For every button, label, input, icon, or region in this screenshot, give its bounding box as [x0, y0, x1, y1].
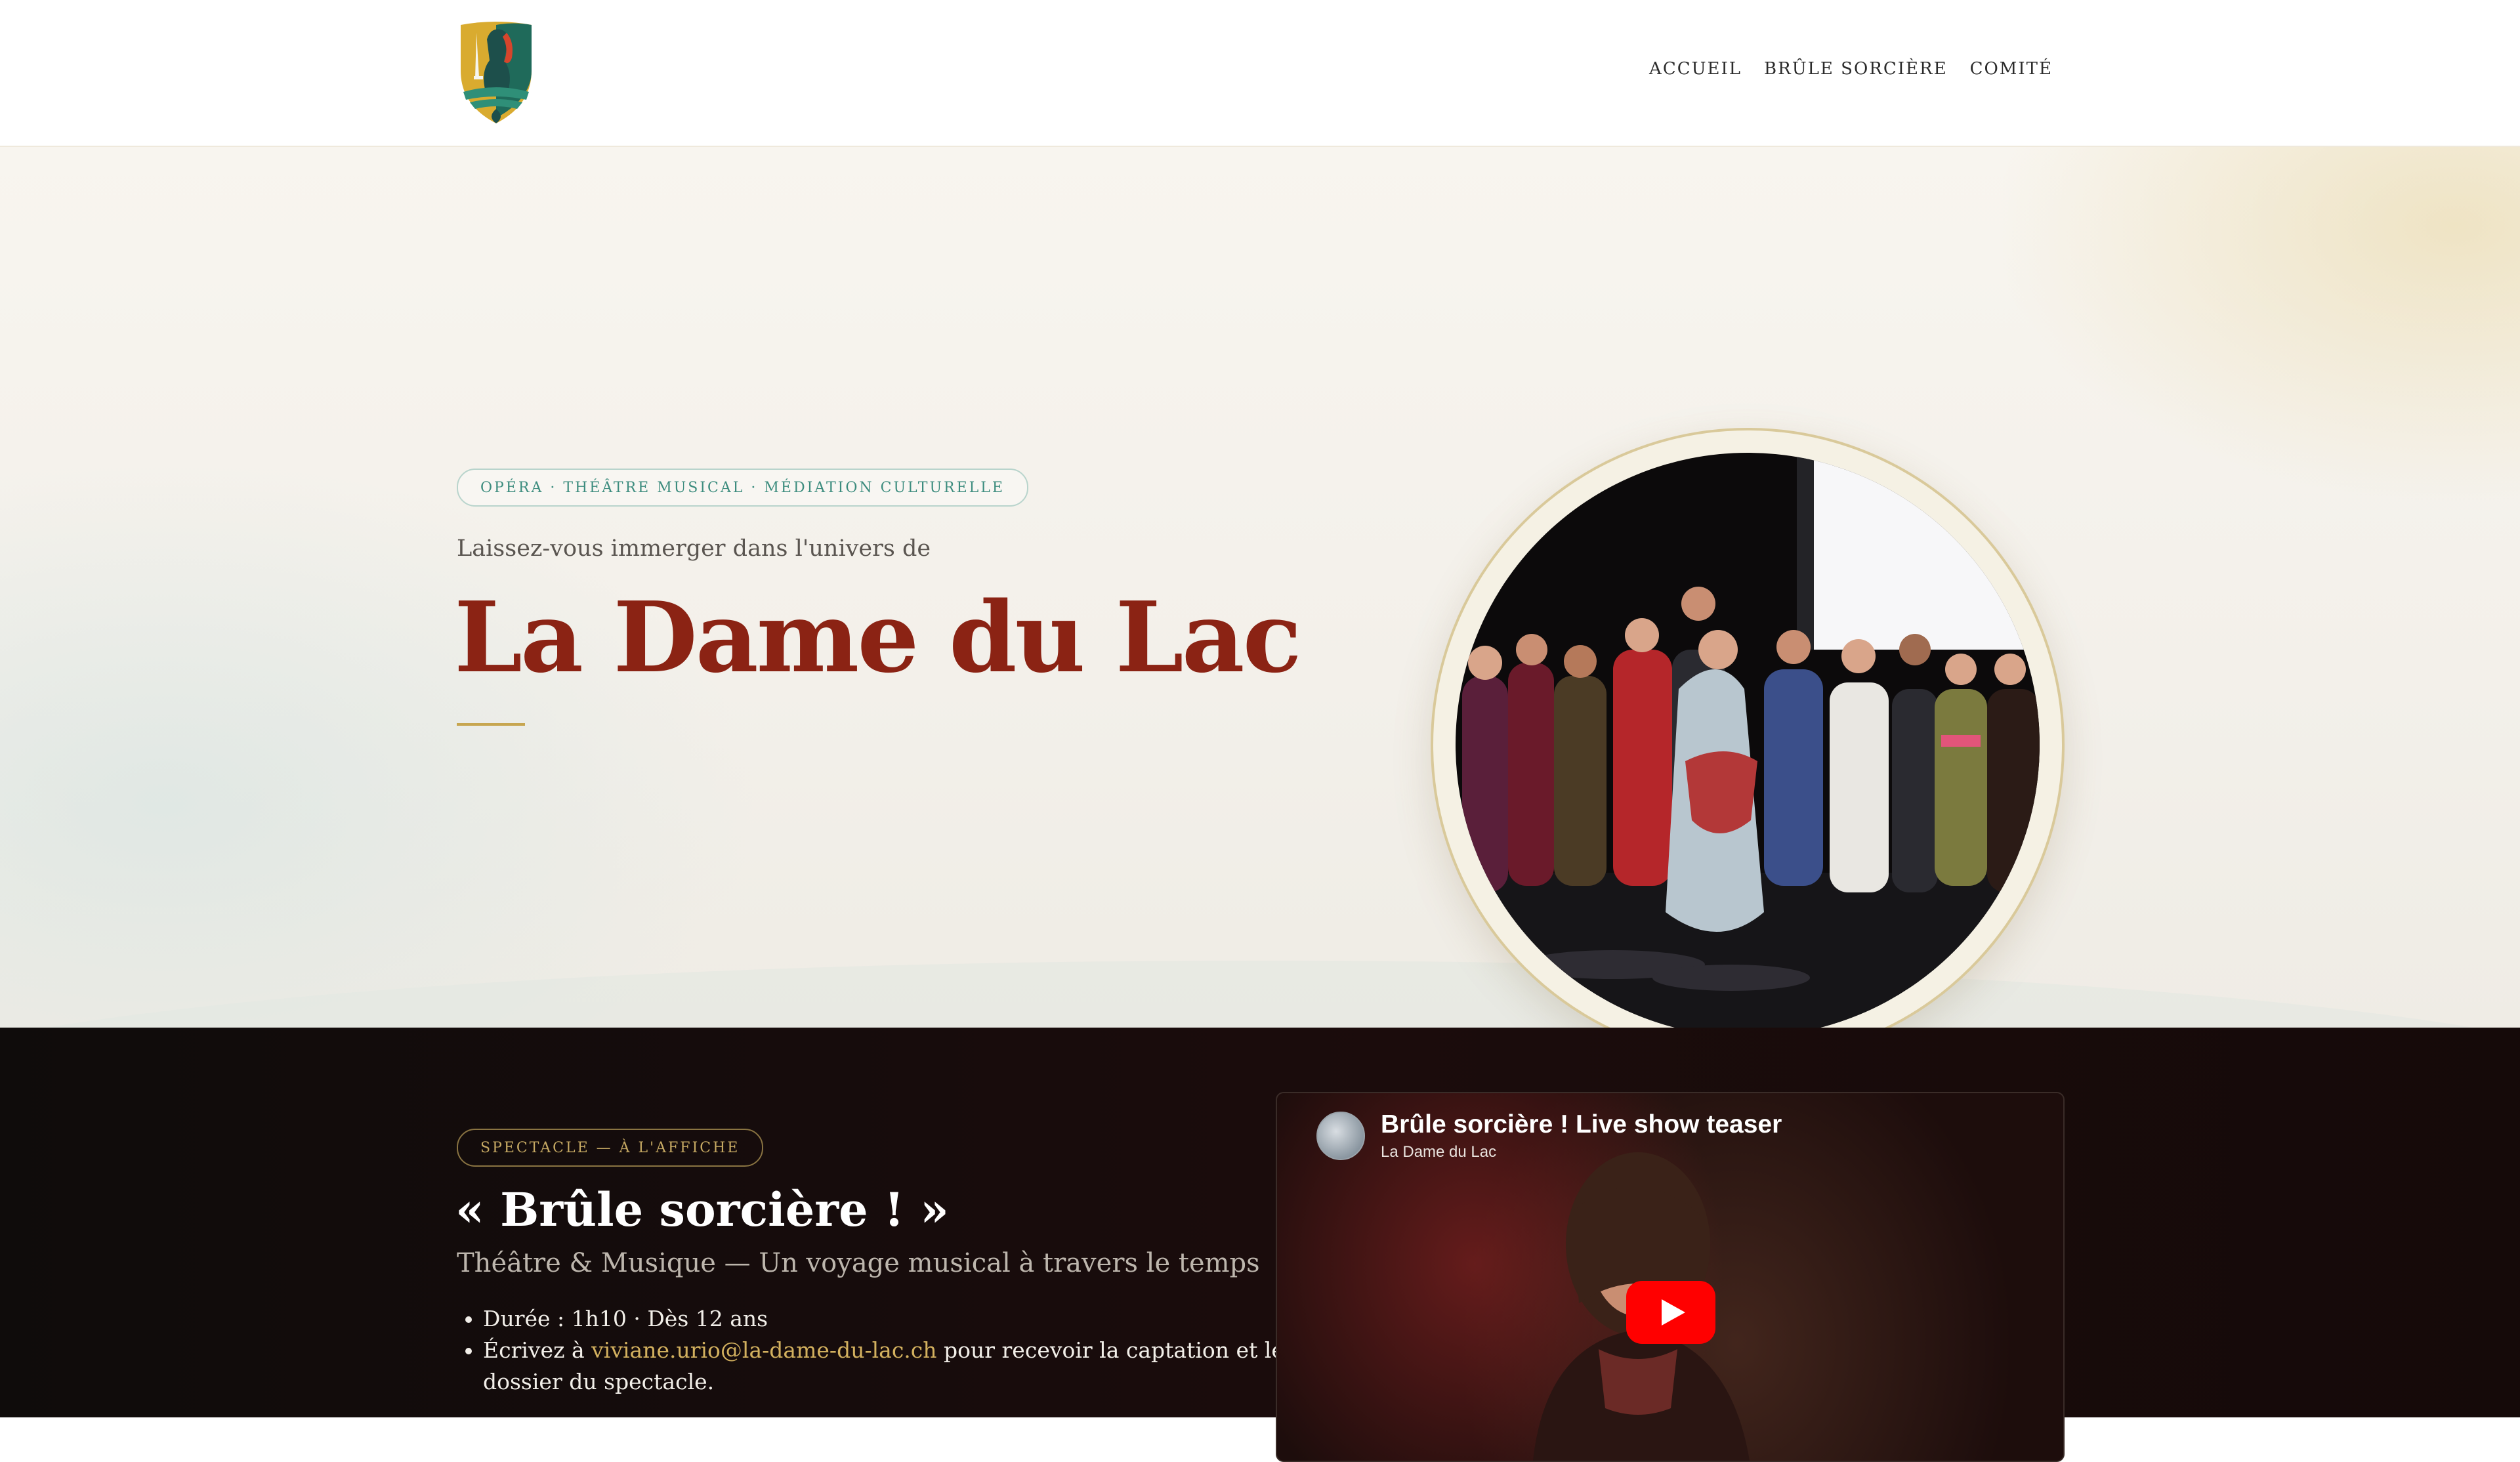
nav-item-accueil[interactable]: ACCUEIL [1649, 59, 1742, 79]
video-channel[interactable]: La Dame du Lac [1381, 1143, 1782, 1161]
video-title-block: Brûle sorcière ! Live show teaser La Dam… [1381, 1110, 1782, 1161]
cast-photo [1456, 453, 2040, 1028]
hero-intro: Laissez-vous immerger dans l'univers de [457, 535, 931, 562]
list-item-contact: Écrivez à viviane.urio@la-dame-du-lac.ch… [483, 1335, 1290, 1398]
show-details-list: Durée : 1h10 · Dès 12 ans Écrivez à vivi… [457, 1303, 1290, 1398]
title-divider [457, 723, 525, 726]
site-header: ACCUEIL BRÛLE SORCIÈRE COMITÉ [0, 0, 2520, 147]
crest-logo-icon [461, 22, 532, 123]
video-header: Brûle sorcière ! Live show teaser La Dam… [1316, 1110, 1782, 1161]
nav-item-brule-sorciere[interactable]: BRÛLE SORCIÈRE [1764, 59, 1948, 79]
channel-avatar[interactable] [1316, 1112, 1365, 1160]
show-subtitle: Théâtre & Musique — Un voyage musical à … [457, 1248, 1260, 1278]
hero-photo-frame [1431, 428, 2065, 1028]
nav-item-comite[interactable]: COMITÉ [1970, 59, 2053, 79]
contact-email-link[interactable]: viviane.urio@la-dame-du-lac.ch [591, 1337, 936, 1363]
youtube-embed[interactable]: Brûle sorcière ! Live show teaser La Dam… [1276, 1092, 2065, 1462]
show-title: « Brûle sorcière ! » [455, 1182, 949, 1237]
youtube-play-button-icon[interactable] [1626, 1281, 1715, 1344]
hero-badge: OPÉRA · THÉÂTRE MUSICAL · MÉDIATION CULT… [457, 469, 1028, 507]
site-logo[interactable] [457, 20, 536, 126]
cast-photo-illustration [1456, 453, 2040, 1028]
list-item-duration: Durée : 1h10 · Dès 12 ans [483, 1303, 1290, 1335]
main-nav: ACCUEIL BRÛLE SORCIÈRE COMITÉ [1649, 59, 2053, 79]
video-title[interactable]: Brûle sorcière ! Live show teaser [1381, 1110, 1782, 1139]
show-badge: SPECTACLE — À L'AFFICHE [457, 1129, 764, 1167]
hero-section: OPÉRA · THÉÂTRE MUSICAL · MÉDIATION CULT… [0, 147, 2520, 1028]
contact-prefix: Écrivez à [483, 1337, 592, 1363]
hero-wave-decoration [0, 961, 2520, 1028]
show-section: SPECTACLE — À L'AFFICHE « Brûle sorcière… [0, 1028, 2520, 1462]
page-title: La Dame du Lac [454, 580, 1302, 694]
